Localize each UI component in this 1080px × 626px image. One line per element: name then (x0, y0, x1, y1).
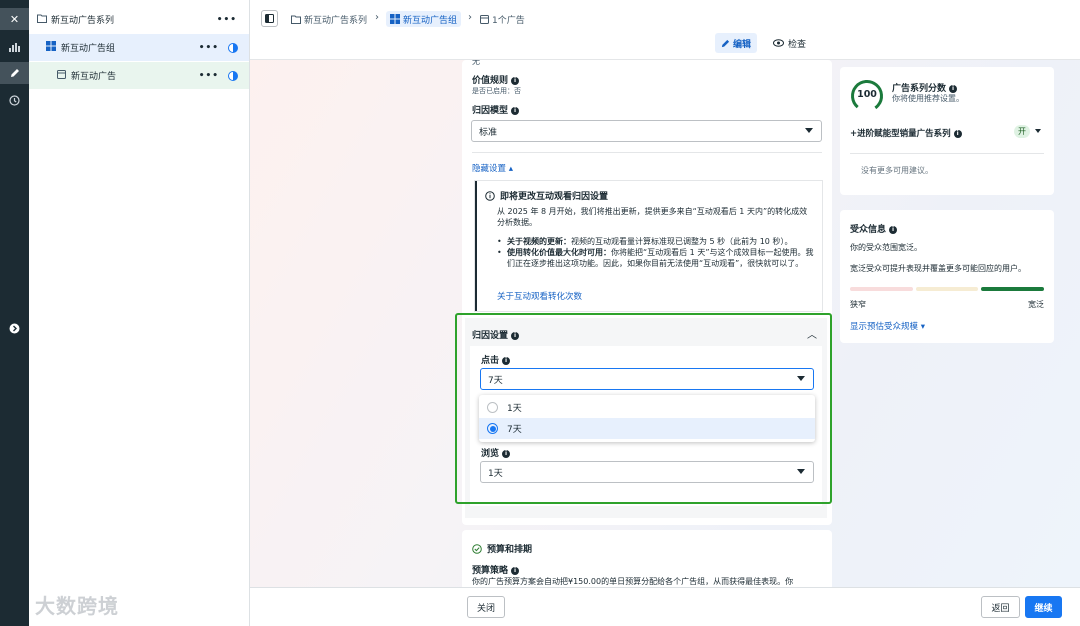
hide-settings-link[interactable]: 隐藏设置 ▴ (472, 162, 513, 174)
tree-item-label: 新互动广告 (71, 72, 117, 82)
interactive-view-link[interactable]: 关于互动观看转化次数 (497, 290, 582, 302)
check-circle-icon (472, 543, 482, 554)
ad-icon (57, 69, 66, 82)
status-half-icon (228, 70, 238, 81)
pencil-icon (721, 39, 730, 47)
breadcrumb-ad[interactable]: 1个广告 (480, 11, 525, 27)
campaign-tree: 新互动广告系列 ••• 新互动广告组 ••• 新互动广告 ••• 大数跨境 (29, 0, 250, 626)
info-icon: i (511, 566, 520, 575)
folder-icon (291, 15, 301, 24)
continue-button[interactable]: 继续 (1025, 596, 1062, 618)
attribution-model-title: 归因模型 i (472, 103, 520, 116)
caret-down-icon (805, 128, 813, 133)
value-rule-status: 是否已启用：否 (472, 87, 521, 95)
audience-title: 受众信息 i (850, 222, 898, 235)
narrow-label: 狭窄 (850, 300, 866, 309)
highlight-frame (455, 313, 832, 504)
eye-icon (773, 39, 784, 47)
notice-body: 从 2025 年 8 月开始，我们将推出更新，提供更多来自“互动观看后 1 天内… (497, 207, 808, 227)
broad-label: 宽泛 (1028, 300, 1044, 309)
review-tab[interactable]: 检查 (773, 33, 806, 53)
budget-card: 预算和排期 预算策略 i 你的广告预算方案会自动把¥150.00的单日预算分配给各… (462, 530, 832, 587)
grid-icon (46, 41, 56, 54)
more-icon[interactable]: ••• (199, 71, 219, 81)
watermark: 大数跨境 (35, 594, 119, 618)
toggle-panel-button[interactable] (261, 10, 278, 27)
info-icon: i (949, 84, 958, 93)
expand-icon[interactable] (0, 317, 29, 339)
chevron-right-icon: › (375, 12, 379, 23)
edit-tab[interactable]: 编辑 (715, 33, 758, 53)
close-button[interactable]: 关闭 (467, 596, 505, 618)
pencil-icon[interactable] (0, 62, 29, 84)
divider (850, 153, 1044, 154)
show-audience-size-link[interactable]: 显示预估受众规模 ▾ (850, 320, 925, 332)
notice-title: 即将更改互动观看归因设置 (500, 192, 609, 202)
editor-canvas: 无 价值规则 i 是否已启用：否 归因模型 i 标准 隐藏设置 ▴ 即将更改互动观看… (250, 60, 1080, 587)
tree-item-label: 新互动广告组 (61, 44, 116, 54)
top-header: 新互动广告系列 › 新互动广告组 › 1个广告 编辑 检查 (250, 0, 1080, 60)
score-subtitle: 你将使用推荐设置。 (892, 94, 964, 103)
more-icon[interactable]: ••• (217, 15, 237, 25)
close-icon[interactable]: ✕ (0, 8, 29, 30)
info-icon: i (889, 225, 898, 234)
truncated-text: 无 (472, 60, 480, 66)
audience-meter (850, 287, 1045, 291)
info-outline-icon (485, 190, 495, 201)
folder-icon (37, 14, 47, 26)
score-value: 100 (857, 89, 877, 100)
clock-icon[interactable] (0, 89, 29, 111)
value-rule-title: 价值规则 i (472, 73, 520, 86)
divider (472, 152, 822, 153)
budget-strategy-text: 你的广告预算方案会自动把¥150.00的单日预算分配给各个广告组，从而获得最佳表… (472, 577, 794, 586)
tree-item-label: 新互动广告系列 (51, 16, 115, 26)
score-gauge: 100 (850, 79, 884, 113)
info-icon: i (953, 129, 962, 138)
breadcrumb-campaign[interactable]: 新互动广告系列 (291, 11, 367, 27)
advantage-label: +进阶赋能型销量广告系列 i (850, 127, 962, 139)
info-icon: i (511, 106, 520, 115)
attribution-model-select[interactable]: 标准 (471, 120, 822, 142)
budget-title: 预算和排期 (487, 545, 533, 555)
tree-item-adset[interactable]: 新互动广告组 ••• (29, 34, 249, 61)
notice-bullets: • 关于视频的更新：视频的互动观看量计算标准现已调整为 5 秒（此前为 10 秒）… (497, 237, 814, 268)
audience-line2: 宽泛受众可提升表现并覆盖更多可能回应的用户。 (850, 264, 1026, 273)
audience-line1: 你的受众范围宽泛。 (850, 243, 922, 252)
bottom-bar: 关闭 返回 继续 (250, 587, 1080, 626)
no-suggestions-text: 没有更多可用建议。 (861, 166, 933, 175)
breadcrumb-adset[interactable]: 新互动广告组 (386, 11, 462, 27)
ad-icon (480, 14, 489, 24)
tree-item-campaign[interactable]: 新互动广告系列 ••• (29, 6, 249, 33)
info-icon: i (511, 76, 520, 85)
caret-down-icon[interactable] (1035, 129, 1041, 133)
campaign-score-card: 100 广告系列分数 i 你将使用推荐设置。 +进阶赋能型销量广告系列 i 开 没有… (840, 67, 1054, 195)
advantage-toggle-badge[interactable]: 开 (1014, 125, 1030, 138)
panel-icon (265, 14, 274, 23)
budget-strategy-title: 预算策略 i (472, 563, 520, 576)
more-icon[interactable]: ••• (199, 43, 219, 53)
chart-icon[interactable] (0, 36, 29, 58)
status-half-icon (228, 42, 238, 53)
attribution-notice: 即将更改互动观看归因设置 从 2025 年 8 月开始，我们将推出更新，提供更多… (475, 181, 822, 311)
chevron-right-icon: › (468, 12, 472, 23)
back-button[interactable]: 返回 (981, 596, 1020, 618)
audience-card: 受众信息 i 你的受众范围宽泛。 宽泛受众可提升表现并覆盖更多可能回应的用户。 狭… (840, 210, 1054, 343)
left-rail: ✕ (0, 0, 29, 626)
tree-item-ad[interactable]: 新互动广告 ••• (29, 62, 249, 89)
grid-icon (390, 14, 400, 24)
